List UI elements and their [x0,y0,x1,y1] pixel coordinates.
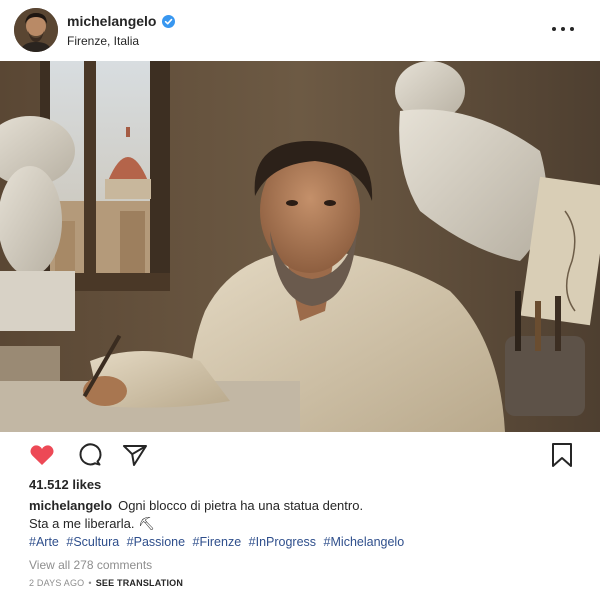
heart-filled-icon[interactable] [28,441,56,469]
post-header: michelangelo Firenze, Italia [0,0,600,60]
bookmark-icon[interactable] [548,441,576,469]
more-options-icon[interactable] [552,22,574,36]
hashtag-arte[interactable]: #Arte [29,535,59,549]
hashtag-inprogress[interactable]: #InProgress [249,535,316,549]
location-label[interactable]: Firenze, Italia [67,34,175,48]
username-row: michelangelo [67,11,176,31]
caption-line-2: Sta a me liberarla. ⛏ [29,516,155,531]
hashtag-firenze[interactable]: #Firenze [193,535,242,549]
username[interactable]: michelangelo [67,13,156,29]
hashtags: #Arte #Scultura #Passione #Firenze #InPr… [29,535,408,549]
verified-badge-icon [162,14,176,28]
hashtag-michelangelo[interactable]: #Michelangelo [324,535,405,549]
post-image[interactable] [0,61,600,432]
view-comments-link[interactable]: View all 278 comments [29,558,152,572]
post-time: 2 DAYS AGO [29,578,85,588]
avatar[interactable] [14,8,58,52]
likes-count[interactable]: 41.512 likes [29,477,101,492]
caption-username[interactable]: michelangelo [29,498,112,513]
see-translation-link[interactable]: SEE TRANSLATION [96,578,183,588]
action-bar [0,441,600,473]
instagram-post: michelangelo Firenze, Italia 41.512 like… [0,0,600,600]
hashtag-passione[interactable]: #Passione [127,535,185,549]
meta-separator: • [88,578,92,588]
hashtag-scultura[interactable]: #Scultura [66,535,119,549]
caption-line-1: Ogni blocco di pietra ha una statua dent… [118,498,364,513]
user-block: michelangelo Firenze, Italia [67,11,176,48]
comment-icon[interactable] [76,441,104,469]
send-icon[interactable] [121,441,149,469]
caption: michelangelo Ogni blocco di pietra ha una… [29,497,569,533]
post-meta: 2 DAYS AGO • SEE TRANSLATION [29,578,183,588]
